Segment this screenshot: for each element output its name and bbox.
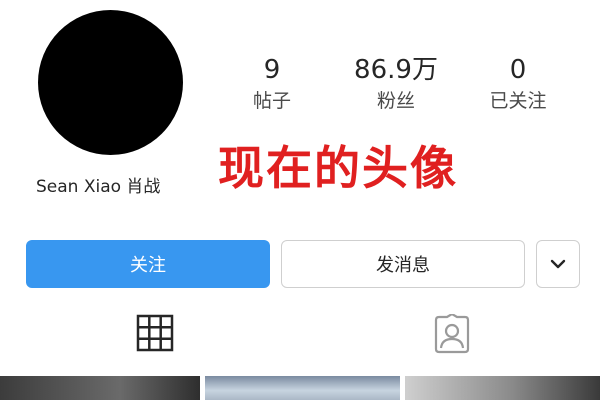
profile-name: Sean Xiao 肖战 [36,177,161,197]
chevron-down-icon [549,258,567,270]
post-thumbnail[interactable] [205,376,400,400]
profile-avatar[interactable] [38,10,183,155]
post-thumbnail[interactable] [0,376,200,400]
follow-button-label: 关注 [130,255,166,276]
tab-posts-grid[interactable] [136,314,174,356]
stat-following-value: 0 [509,55,527,85]
stat-following[interactable]: 0 已关注 [458,54,578,114]
overlay-caption: 现在的头像 [218,141,458,195]
tab-tagged[interactable] [432,312,472,358]
stat-followers-value: 86.9万 [354,55,438,85]
grid-icon [136,314,174,356]
stat-followers[interactable]: 86.9万 粉丝 [336,54,456,114]
stat-followers-label: 粉丝 [376,90,415,112]
message-button-label: 发消息 [376,255,430,276]
follow-button[interactable]: 关注 [26,240,270,288]
tagged-person-icon [432,312,472,358]
post-thumbnail[interactable] [405,376,600,400]
message-button[interactable]: 发消息 [281,240,525,288]
stat-posts[interactable]: 9 帖子 [212,54,332,114]
stat-posts-value: 9 [263,55,281,85]
stat-posts-label: 帖子 [252,90,291,112]
stat-following-label: 已关注 [489,90,547,112]
more-options-button[interactable] [536,240,580,288]
